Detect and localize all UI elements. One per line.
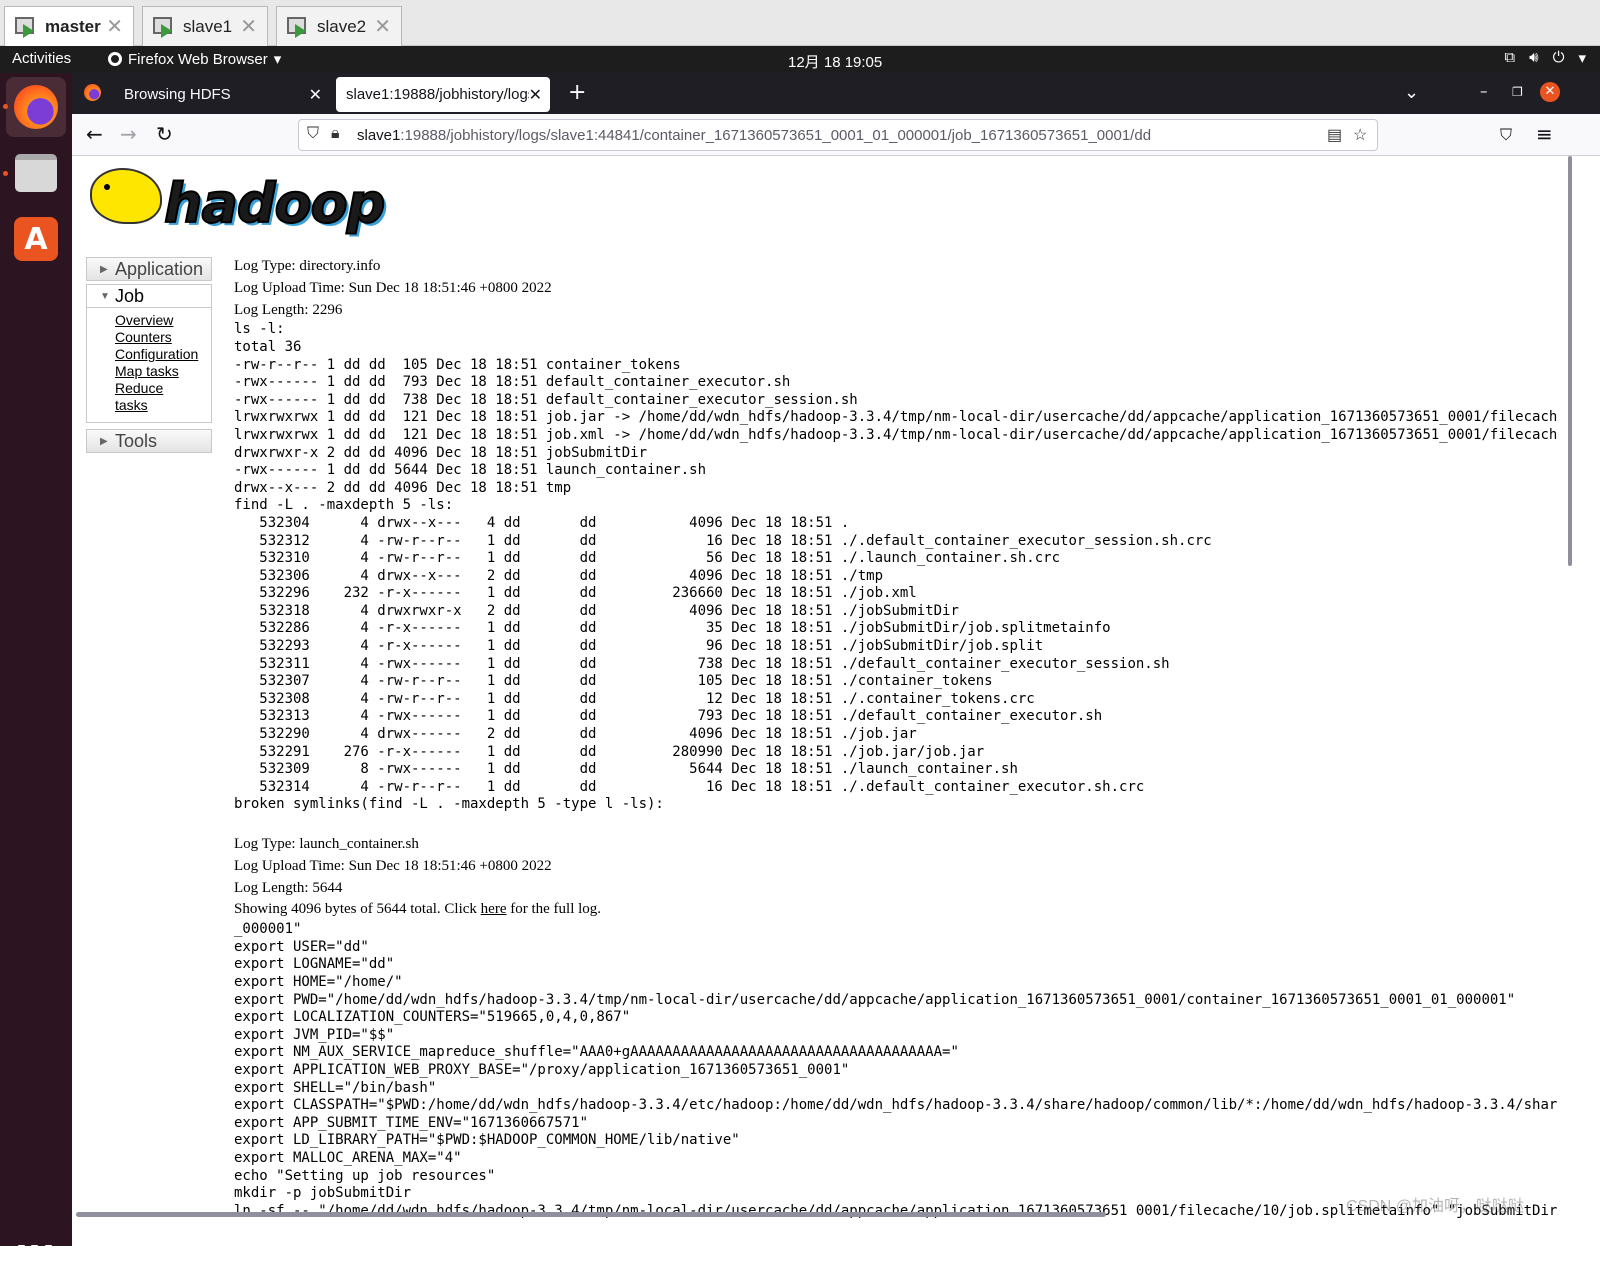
dock-app-store[interactable]: A (6, 209, 66, 269)
configuration-link[interactable]: Configuration (115, 346, 211, 363)
hamburger-menu-icon[interactable]: ≡ (1536, 122, 1553, 146)
app-menu-label: Firefox Web Browser (128, 50, 268, 68)
log-body: _000001" export USER="dd" export LOGNAME… (234, 921, 1558, 1218)
restore-icon[interactable]: ❐ (1512, 85, 1523, 99)
chevron-down-icon: ▼ (100, 291, 110, 302)
tools-menu: ▶ Tools (86, 429, 212, 453)
close-icon[interactable]: ✕ (374, 14, 391, 39)
navigation-toolbar: ← → ↻ ⛉ 🔒︎ slave1:19888/jobhistory/logs/… (72, 114, 1600, 156)
notice-text: Showing 4096 bytes of 5644 total. Click (234, 901, 481, 918)
job-menu-links: Overview Counters Configuration Map task… (86, 308, 212, 423)
hadoop-logo[interactable]: hadoop (88, 162, 386, 242)
log-body: ls -l: total 36 -rw-r--r-- 1 dd dd 105 D… (234, 321, 1558, 813)
dock: A (0, 73, 72, 1279)
browser-tab-browsing-hdfs[interactable]: Browsing HDFS ✕ (114, 77, 330, 112)
menu-label: Application (115, 259, 204, 279)
logo-text: hadoop (163, 171, 386, 236)
pocket-icon[interactable]: ⛉ (1500, 125, 1512, 145)
log-content: Log Type: directory.info Log Upload Time… (234, 256, 1568, 1218)
vm-tab-label: slave2 (317, 16, 367, 36)
vm-tab-master[interactable]: master ✕ (4, 6, 134, 46)
network-icon: ⧉ (1504, 49, 1516, 66)
close-icon[interactable]: ✕ (309, 85, 322, 105)
elephant-icon (90, 168, 162, 224)
show-applications-icon[interactable] (18, 1245, 52, 1279)
notice-text: for the full log. (506, 901, 602, 918)
vm-tab-slave2[interactable]: slave2 ✕ (276, 6, 402, 46)
firefox-view-icon[interactable] (84, 84, 101, 101)
system-tray[interactable]: ⧉ 🔊︎ ⏻ ▾ (1504, 49, 1586, 67)
menu-label: Tools (115, 431, 158, 451)
close-icon[interactable]: ✕ (240, 14, 257, 39)
gnome-top-bar: Activities Firefox Web Browser ▾ 12月 18 … (0, 46, 1600, 73)
activities-button[interactable]: Activities (12, 50, 71, 67)
vm-icon (153, 16, 175, 38)
close-window-icon[interactable]: ✕ (1540, 82, 1560, 102)
app-store-icon: A (14, 217, 58, 261)
bookmark-star-icon[interactable]: ☆ (1353, 125, 1367, 145)
browser-tab-strip: Browsing HDFS ✕ slave1:19888/jobhistory/… (72, 73, 1600, 114)
firefox-icon (108, 52, 122, 66)
log-upload-time: Log Upload Time: Sun Dec 18 18:51:46 +08… (234, 279, 552, 296)
list-tabs-icon[interactable]: ⌄ (1404, 82, 1419, 103)
overview-link[interactable]: Overview (115, 312, 211, 329)
log-length: Log Length: 5644 (234, 879, 343, 896)
application-menu: ▶ Application (86, 257, 212, 281)
volume-icon: 🔊︎ (1529, 49, 1539, 66)
reader-view-icon[interactable]: ▤ (1327, 125, 1342, 145)
vm-icon (15, 16, 37, 38)
chevron-right-icon: ▶ (100, 264, 108, 275)
running-indicator (3, 104, 8, 109)
dock-firefox[interactable] (6, 77, 66, 137)
browser-tab-jobhistory[interactable]: slave1:19888/jobhistory/logs ✕ (336, 77, 550, 112)
job-menu: ▼ Job Overview Counters Configuration Map… (86, 284, 212, 423)
running-indicator (3, 171, 8, 176)
watermark: CSDN @加油呀，哒哒哒 (1346, 1198, 1525, 1215)
log-length: Log Length: 2296 (234, 301, 343, 318)
files-icon (15, 154, 57, 192)
url-bar[interactable]: ⛉ 🔒︎ slave1:19888/jobhistory/logs/slave1… (298, 119, 1378, 151)
log-upload-time: Log Upload Time: Sun Dec 18 18:51:46 +08… (234, 857, 552, 874)
map-tasks-link[interactable]: Map tasks (115, 363, 211, 380)
log-type: Log Type: directory.info (234, 258, 381, 274)
shield-icon[interactable]: ⛉ (307, 125, 319, 143)
log-type: Log Type: launch_container.sh (234, 836, 419, 853)
url-host: slave1 (357, 126, 401, 144)
new-tab-icon[interactable]: + (568, 80, 586, 105)
vm-tab-label: slave1 (183, 16, 233, 36)
url-path: :19888/jobhistory/logs/slave1:44841/cont… (400, 126, 1152, 144)
app-menu[interactable]: Firefox Web Browser ▾ (108, 50, 281, 68)
log-truncation-notice: Showing 4096 bytes of 5644 total. Click … (234, 899, 1568, 921)
forward-icon[interactable]: → (120, 122, 137, 146)
full-log-link[interactable]: here (481, 901, 507, 917)
chevron-right-icon: ▶ (100, 436, 108, 447)
vm-tab-label: master (45, 16, 101, 36)
close-icon[interactable]: ✕ (528, 84, 542, 105)
application-menu-header[interactable]: ▶ Application (86, 257, 212, 281)
vm-tab-bar: master ✕ slave1 ✕ slave2 ✕ (0, 0, 1600, 46)
firefox-icon (14, 85, 58, 129)
power-icon: ⏻ (1552, 49, 1565, 66)
tools-menu-header[interactable]: ▶ Tools (86, 429, 212, 453)
chevron-down-icon: ▾ (1578, 50, 1586, 67)
clock[interactable]: 12月 18 19:05 (788, 51, 882, 72)
job-menu-header[interactable]: ▼ Job (86, 284, 212, 308)
tab-title: slave1:19888/jobhistory/logs (346, 86, 532, 103)
horizontal-scrollbar[interactable] (76, 1212, 1106, 1217)
chevron-down-icon: ▾ (273, 51, 282, 68)
dock-files[interactable] (6, 143, 66, 203)
menu-label: Job (115, 286, 145, 306)
page-content: hadoop ▶ Application ▼ Job Overview Counte… (72, 156, 1568, 1218)
close-icon[interactable]: ✕ (106, 14, 123, 39)
counters-link[interactable]: Counters (115, 329, 211, 346)
back-icon[interactable]: ← (86, 122, 103, 146)
minimize-icon[interactable]: – (1480, 82, 1488, 100)
lock-icon[interactable]: 🔒︎ (331, 125, 340, 143)
reload-icon[interactable]: ↻ (156, 122, 173, 146)
vm-icon (287, 16, 309, 38)
tab-title: Browsing HDFS (124, 86, 231, 103)
reduce-tasks-link[interactable]: Reduce tasks (115, 380, 195, 414)
vertical-scrollbar[interactable] (1568, 156, 1572, 566)
vm-tab-slave1[interactable]: slave1 ✕ (142, 6, 268, 46)
